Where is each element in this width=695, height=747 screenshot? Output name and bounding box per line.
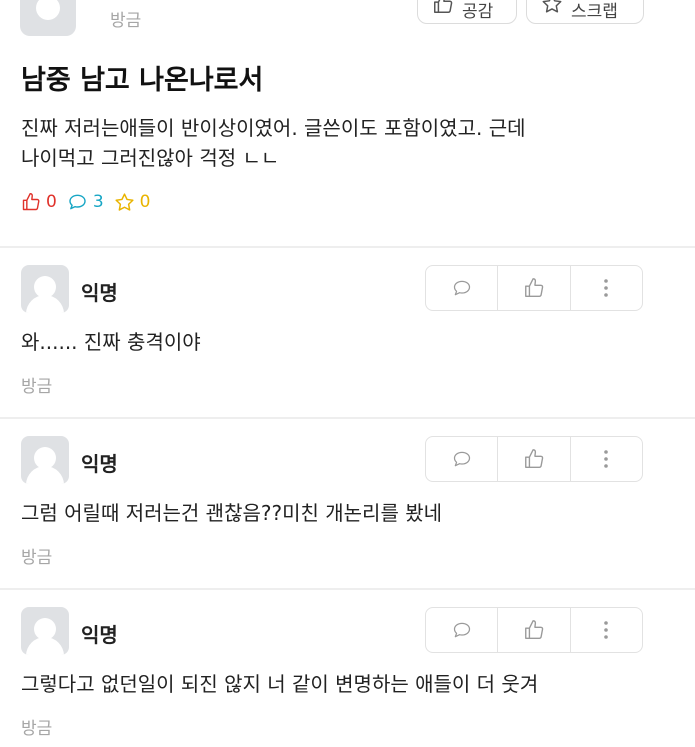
comment-time: 방금 xyxy=(21,377,53,397)
comment-item: 익명 그럼 어릴때 저러는건 괜찮음??미친 개논리를 봤네 방금 xyxy=(0,419,695,589)
scrap-button[interactable]: 스크랩 xyxy=(526,0,644,24)
more-vertical-icon xyxy=(604,450,609,468)
speech-bubble-icon xyxy=(453,280,470,296)
comment-text: 그렇다고 없던일이 되진 않지 너 같이 변명하는 애들이 더 웃겨 xyxy=(21,672,539,696)
comment-actions xyxy=(425,265,643,311)
comment-like-button[interactable] xyxy=(498,608,571,652)
comment-like-button[interactable] xyxy=(498,266,571,310)
thumbs-up-icon xyxy=(525,620,544,639)
more-vertical-icon xyxy=(604,279,609,297)
comment-item: 익명 그렇다고 없던일이 되진 않지 너 같이 변명하는 애들이 더 웃겨 방금 xyxy=(0,590,695,747)
author-avatar xyxy=(20,0,76,36)
scrap-button-label: 스크랩 xyxy=(571,2,618,22)
star-icon xyxy=(542,0,562,13)
speech-bubble-icon xyxy=(69,194,86,210)
scrap-count-value: 0 xyxy=(139,192,151,212)
reply-button[interactable] xyxy=(426,608,499,652)
star-icon xyxy=(115,192,134,211)
comment-time: 방금 xyxy=(21,719,53,739)
post-title: 남중 남고 나온나로서 xyxy=(21,65,264,96)
thumbs-up-icon xyxy=(525,278,544,297)
comment-time: 방금 xyxy=(21,548,53,568)
more-options-button[interactable] xyxy=(571,437,642,481)
avatar xyxy=(21,436,69,484)
more-options-button[interactable] xyxy=(571,608,642,652)
thumbs-up-icon xyxy=(434,0,453,13)
post-header: 방금 공감 스크랩 xyxy=(0,0,695,40)
reply-button[interactable] xyxy=(426,437,499,481)
thumbs-up-icon xyxy=(22,192,40,211)
comment-count-value: 3 xyxy=(92,192,104,212)
comment-actions xyxy=(425,607,643,653)
post-stats: 0 3 0 xyxy=(21,190,150,214)
scrap-count: 0 xyxy=(114,192,151,213)
avatar xyxy=(21,265,69,313)
reply-button[interactable] xyxy=(426,266,499,310)
comment-like-button[interactable] xyxy=(498,437,571,481)
comment-author: 익명 xyxy=(81,452,118,476)
like-count-value: 0 xyxy=(46,192,57,212)
comment-text: 와...... 진짜 충격이야 xyxy=(21,330,201,354)
comment-count: 3 xyxy=(67,192,104,212)
post-body-line: 나이먹고 그러진않아 걱정 ㄴㄴ xyxy=(21,146,280,170)
like-count: 0 xyxy=(21,192,57,212)
comment-author: 익명 xyxy=(81,281,118,305)
comment-actions xyxy=(425,436,643,482)
post-time: 방금 xyxy=(110,11,142,31)
comment-text: 그럼 어릴때 저러는건 괜찮음??미친 개논리를 봤네 xyxy=(21,501,443,525)
post-body: 진짜 저러는애들이 반이상이였어. 글쓴이도 포함이였고. 근데 나이먹고 그러… xyxy=(21,113,661,173)
speech-bubble-icon xyxy=(453,451,470,467)
like-button-label: 공감 xyxy=(462,2,494,22)
more-options-button[interactable] xyxy=(571,266,642,310)
like-button[interactable]: 공감 xyxy=(417,0,517,24)
thumbs-up-icon xyxy=(525,449,544,468)
comment-author: 익명 xyxy=(81,623,118,647)
post-body-line: 진짜 저러는애들이 반이상이였어. 글쓴이도 포함이였고. 근데 xyxy=(21,116,526,140)
comment-item: 익명 와...... 진짜 충격이야 방금 xyxy=(0,248,695,418)
speech-bubble-icon xyxy=(453,622,470,638)
more-vertical-icon xyxy=(604,621,609,639)
avatar xyxy=(21,607,69,655)
